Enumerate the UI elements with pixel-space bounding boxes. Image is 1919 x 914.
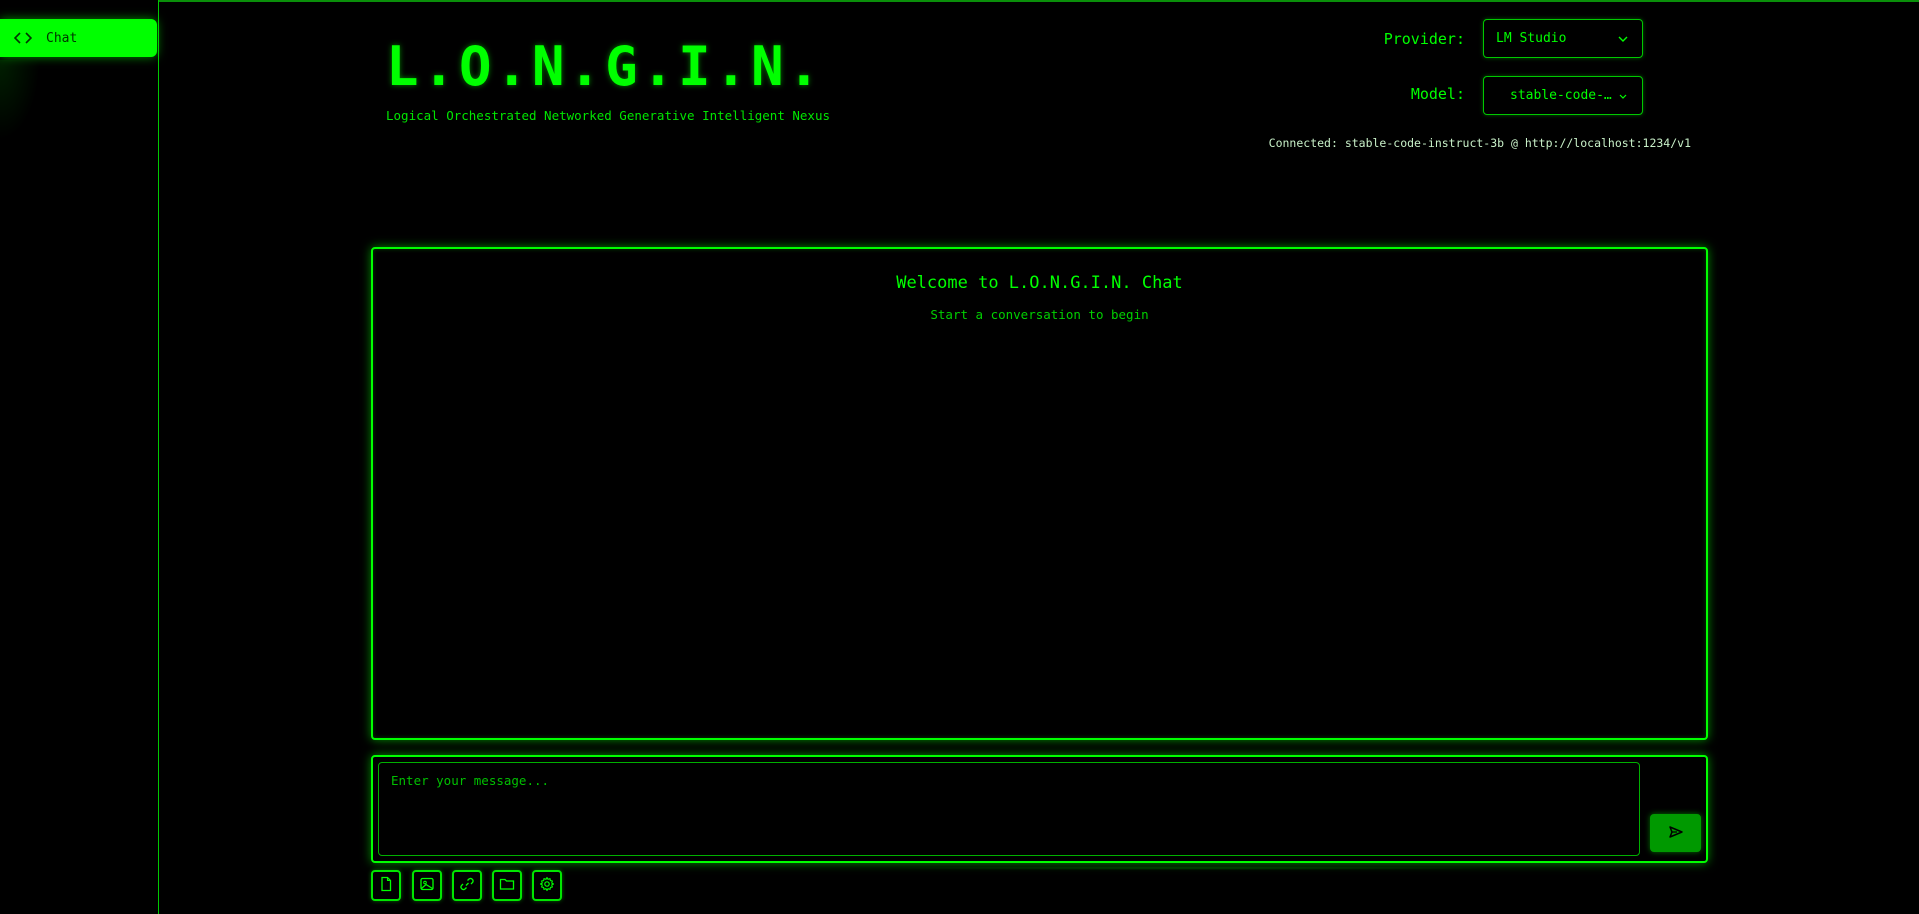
provider-value: LM Studio — [1496, 31, 1567, 46]
send-button[interactable] — [1650, 814, 1701, 852]
sidebar-glow — [0, 60, 40, 140]
attach-link-button[interactable] — [452, 870, 482, 901]
gear-icon — [539, 876, 555, 896]
app-title: L.O.N.G.I.N. — [386, 35, 825, 98]
composer-glow — [870, 866, 1510, 870]
connection-status: Connected: stable-code-instruct-3b @ htt… — [1268, 136, 1691, 150]
message-input[interactable] — [378, 762, 1640, 856]
model-label: Model: — [1410, 85, 1465, 103]
model-value: stable-code-instruct-3b — [1510, 88, 1616, 103]
attach-file-button[interactable] — [371, 870, 401, 901]
model-select[interactable]: stable-code-instruct-3b — [1483, 76, 1643, 115]
chevron-down-icon — [1616, 89, 1630, 103]
code-icon — [14, 29, 32, 47]
app-window: Chat L.O.N.G.I.N. Logical Orchestrated N… — [0, 0, 1919, 914]
provider-select[interactable]: LM Studio — [1483, 19, 1643, 58]
welcome-title: Welcome to L.O.N.G.I.N. Chat — [896, 273, 1183, 293]
chat-messages-panel: Welcome to L.O.N.G.I.N. Chat Start a con… — [371, 247, 1708, 740]
sidebar-item-chat[interactable]: Chat — [0, 19, 157, 57]
welcome-subtitle: Start a conversation to begin — [930, 307, 1149, 322]
image-icon — [419, 876, 435, 896]
app-subtitle: Logical Orchestrated Networked Generativ… — [386, 108, 831, 123]
sidebar-item-label: Chat — [46, 30, 78, 46]
sidebar: Chat — [0, 0, 159, 914]
message-composer — [371, 755, 1708, 863]
attach-folder-button[interactable] — [492, 870, 522, 901]
settings-button[interactable] — [532, 870, 562, 901]
attach-image-button[interactable] — [412, 870, 442, 901]
file-icon — [379, 876, 393, 896]
send-icon — [1668, 824, 1684, 843]
chevron-down-icon — [1616, 32, 1630, 46]
folder-icon — [499, 876, 515, 895]
top-border — [0, 0, 1919, 2]
link-icon — [459, 876, 475, 896]
provider-label: Provider: — [1383, 30, 1465, 48]
